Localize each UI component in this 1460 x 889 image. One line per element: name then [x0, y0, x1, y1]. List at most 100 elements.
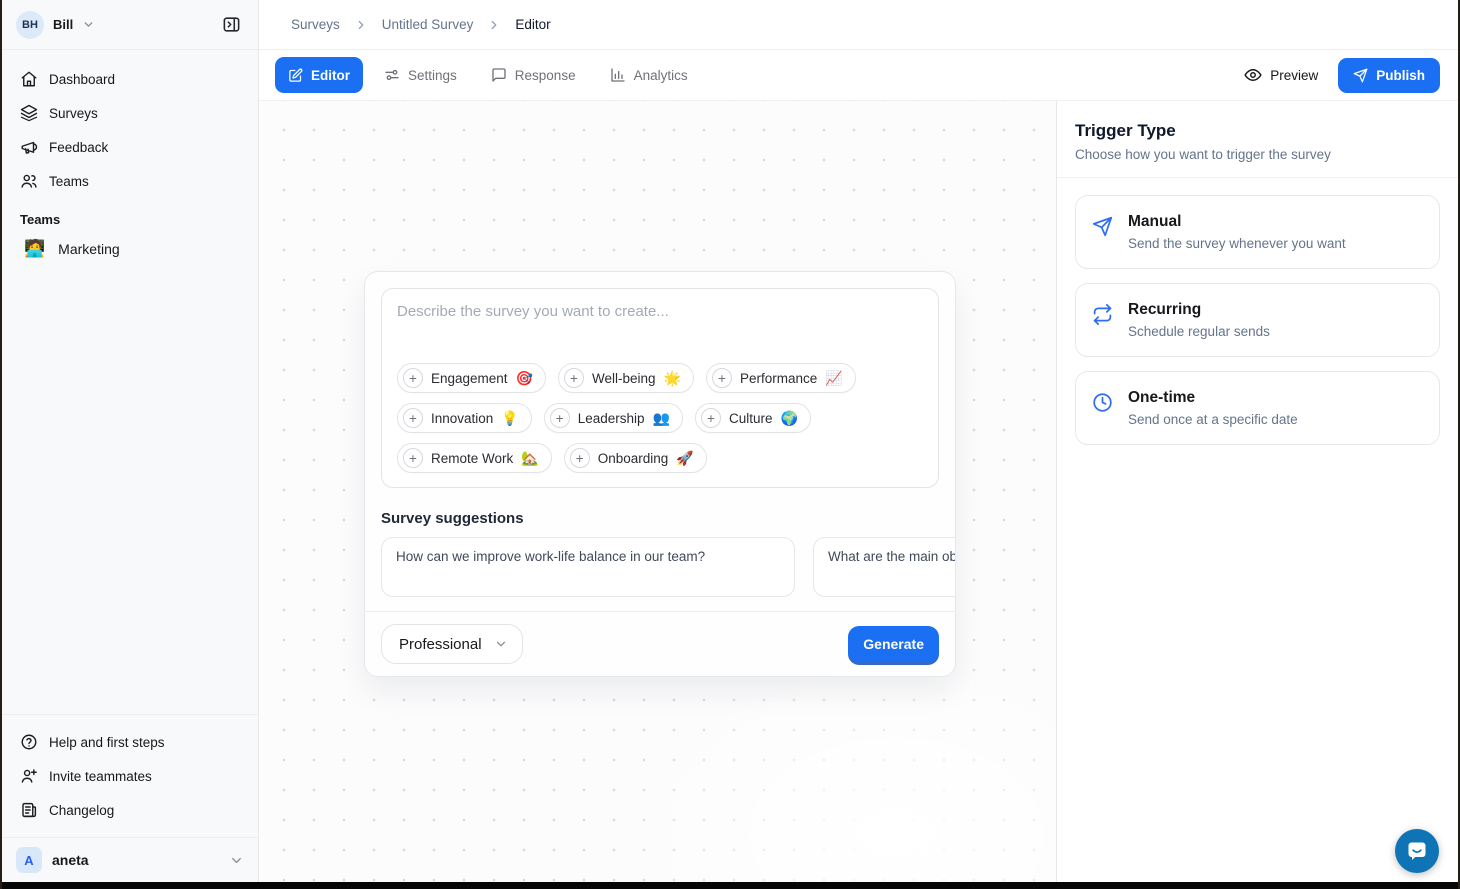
composer-footer: Professional Generate: [365, 611, 955, 676]
publish-button[interactable]: Publish: [1338, 58, 1440, 93]
trigger-option-manual[interactable]: Manual Send the survey whenever you want: [1075, 195, 1440, 269]
dart-emoji-icon: 🎯: [516, 370, 533, 387]
sidebar-item-feedback[interactable]: Feedback: [10, 130, 250, 164]
user-name: aneta: [52, 852, 89, 868]
sidebar-item-help[interactable]: Help and first steps: [10, 725, 250, 759]
collapse-sidebar-button[interactable]: [216, 10, 246, 40]
tone-select[interactable]: Professional: [381, 624, 523, 664]
plus-icon: +: [403, 408, 423, 428]
screen-bottom-edge: [2, 882, 1458, 889]
topic-chip-culture[interactable]: + Culture 🌍: [695, 403, 811, 433]
eye-icon: [1244, 66, 1262, 84]
plus-icon: +: [570, 448, 590, 468]
suggestions-row: How can we improve work-life balance in …: [365, 537, 955, 597]
tab-response[interactable]: Response: [478, 57, 589, 93]
rocket-emoji-icon: 🚀: [676, 450, 693, 467]
topic-chip-leadership[interactable]: + Leadership 👥: [544, 403, 683, 433]
sidebar-item-label: Feedback: [49, 140, 108, 155]
breadcrumb-editor: Editor: [515, 17, 550, 32]
user-plus-icon: [20, 767, 38, 785]
chip-label: Onboarding: [598, 451, 669, 466]
sidebar-item-surveys[interactable]: Surveys: [10, 96, 250, 130]
chip-label: Engagement: [431, 371, 508, 386]
trigger-title: Manual: [1128, 213, 1346, 231]
sidebar-item-label: Invite teammates: [49, 769, 152, 784]
editor-canvas[interactable]: + Engagement 🎯 + Well-being 🌟: [259, 101, 1056, 882]
home-icon: [20, 70, 38, 88]
sidebar-item-teams[interactable]: Teams: [10, 164, 250, 198]
user-avatar: A: [16, 847, 42, 873]
sidebar-nav: Dashboard Surveys Feedback: [2, 50, 258, 198]
star-emoji-icon: 🌟: [664, 370, 681, 387]
preview-label: Preview: [1270, 68, 1318, 83]
clock-icon: [1092, 392, 1113, 427]
repeat-icon: [1092, 304, 1113, 339]
preview-button[interactable]: Preview: [1244, 66, 1318, 84]
suggestion-card[interactable]: How can we improve work-life balance in …: [381, 537, 795, 597]
tab-label: Response: [515, 68, 576, 83]
tone-selected-value: Professional: [399, 636, 482, 653]
technologist-emoji-icon: 🧑‍💻: [24, 239, 45, 259]
tab-settings[interactable]: Settings: [371, 57, 470, 93]
trigger-title: Recurring: [1128, 301, 1270, 319]
trigger-title: One-time: [1128, 389, 1298, 407]
tab-editor[interactable]: Editor: [275, 57, 363, 93]
globe-emoji-icon: 🌍: [781, 410, 798, 427]
sliders-icon: [384, 67, 400, 83]
plus-icon: +: [403, 448, 423, 468]
edit-icon: [288, 68, 303, 83]
trigger-type-panel: Trigger Type Choose how you want to trig…: [1056, 101, 1458, 882]
message-icon: [491, 67, 507, 83]
survey-composer-card: + Engagement 🎯 + Well-being 🌟: [364, 271, 956, 677]
changelog-icon: [20, 801, 38, 819]
chip-label: Performance: [740, 371, 817, 386]
chevron-right-icon: [354, 18, 368, 32]
workspace-switcher[interactable]: BH Bill: [2, 0, 258, 50]
sidebar-item-dashboard[interactable]: Dashboard: [10, 62, 250, 96]
topic-chip-engagement[interactable]: + Engagement 🎯: [397, 363, 546, 393]
topic-chip-onboarding[interactable]: + Onboarding 🚀: [564, 443, 707, 473]
chevron-down-icon: [494, 637, 508, 651]
user-menu[interactable]: A aneta: [2, 837, 258, 882]
plus-icon: +: [403, 368, 423, 388]
generate-button[interactable]: Generate: [848, 626, 939, 662]
trigger-description: Send the survey whenever you want: [1128, 236, 1346, 251]
breadcrumb: Surveys Untitled Survey Editor: [259, 0, 1458, 50]
trigger-option-one-time[interactable]: One-time Send once at a specific date: [1075, 371, 1440, 445]
sidebar-item-changelog[interactable]: Changelog: [10, 793, 250, 827]
topic-chip-remote-work[interactable]: + Remote Work 🏡: [397, 443, 552, 473]
send-icon: [1092, 216, 1113, 251]
trigger-description: Send once at a specific date: [1128, 412, 1298, 427]
bar-chart-icon: [610, 67, 626, 83]
tab-label: Settings: [408, 68, 457, 83]
sidebar: BH Bill Dashboard: [2, 0, 259, 882]
panel-subtitle: Choose how you want to trigger the surve…: [1075, 147, 1440, 162]
plus-icon: +: [701, 408, 721, 428]
plus-icon: +: [712, 368, 732, 388]
sidebar-team-marketing[interactable]: 🧑‍💻 Marketing: [10, 233, 250, 265]
team-name: Marketing: [58, 241, 119, 257]
chip-label: Culture: [729, 411, 773, 426]
chip-label: Well-being: [592, 371, 656, 386]
trigger-option-recurring[interactable]: Recurring Schedule regular sends: [1075, 283, 1440, 357]
sidebar-item-label: Teams: [49, 174, 89, 189]
tab-analytics[interactable]: Analytics: [597, 57, 701, 93]
breadcrumb-untitled-survey[interactable]: Untitled Survey: [382, 17, 474, 32]
chevron-down-icon: [82, 18, 95, 31]
topic-chip-wellbeing[interactable]: + Well-being 🌟: [558, 363, 694, 393]
sidebar-item-label: Changelog: [49, 803, 114, 818]
topic-chip-innovation[interactable]: + Innovation 💡: [397, 403, 532, 433]
breadcrumb-surveys[interactable]: Surveys: [291, 17, 340, 32]
sidebar-item-invite[interactable]: Invite teammates: [10, 759, 250, 793]
help-circle-icon: [20, 733, 38, 751]
sidebar-item-label: Dashboard: [49, 72, 115, 87]
users-icon: [20, 172, 38, 190]
survey-description-input[interactable]: [397, 303, 923, 363]
workspace-avatar: BH: [16, 11, 44, 39]
chip-label: Remote Work: [431, 451, 513, 466]
teams-section-label: Teams: [2, 198, 258, 233]
trigger-options: Manual Send the survey whenever you want…: [1057, 178, 1458, 462]
chat-launcher-button[interactable]: [1395, 829, 1439, 873]
topic-chip-performance[interactable]: + Performance 📈: [706, 363, 856, 393]
suggestion-card[interactable]: What are the main ob: [813, 537, 955, 597]
